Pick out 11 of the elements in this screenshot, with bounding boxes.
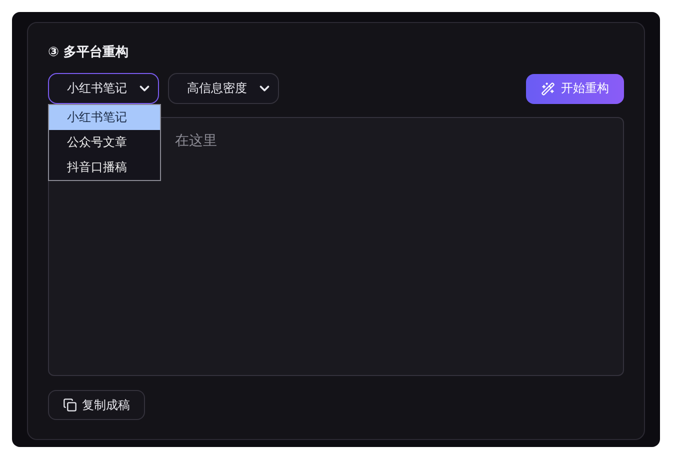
copy-icon xyxy=(63,398,77,412)
dropdown-option[interactable]: 公众号文章 xyxy=(49,130,160,155)
placeholder-text: 在这里 xyxy=(175,133,217,149)
density-select[interactable]: 高信息密度 xyxy=(168,73,279,104)
section-title: ③ 多平台重构 xyxy=(48,44,130,61)
start-button[interactable]: 开始重构 xyxy=(526,74,624,104)
copy-button[interactable]: 复制成稿 xyxy=(48,390,145,420)
magic-wand-icon xyxy=(541,82,555,96)
platform-select[interactable]: 小红书笔记 xyxy=(48,73,159,104)
dropdown-option[interactable]: 抖音口播稿 xyxy=(49,155,160,180)
dropdown-option[interactable]: 小红书笔记 xyxy=(49,105,160,130)
